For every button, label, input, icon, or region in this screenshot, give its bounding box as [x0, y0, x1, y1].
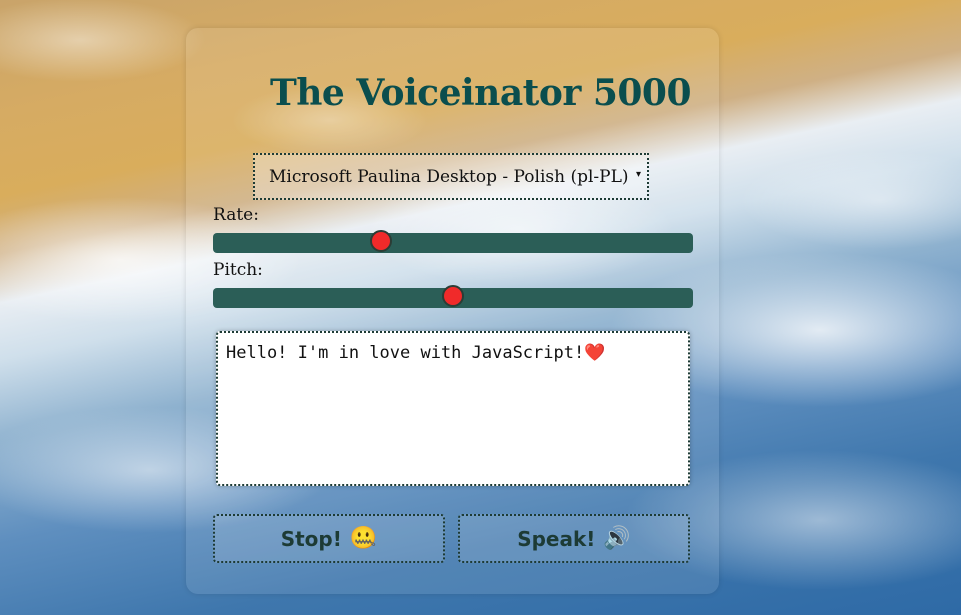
heart-emoji-icon: ❤️ [584, 343, 606, 363]
speaker-icon: 🔊 [603, 526, 631, 551]
speak-button[interactable]: Speak! 🔊 [458, 514, 690, 563]
zipper-mouth-icon: 🤐 [349, 526, 378, 551]
dropdown-arrow-icon: ▾ [635, 169, 641, 180]
page-title: The Voiceinator 5000 [269, 72, 692, 114]
voice-select-value: Microsoft Paulina Desktop - Polish (pl-P… [269, 166, 629, 187]
rate-label: Rate: [213, 205, 259, 225]
message-text: Hello! I'm in love with JavaScript! [226, 343, 585, 363]
voice-select[interactable]: Microsoft Paulina Desktop - Polish (pl-P… [253, 153, 649, 200]
stop-button[interactable]: Stop! 🤐 [213, 514, 445, 563]
pitch-label: Pitch: [213, 260, 263, 280]
stop-button-label: Stop! [280, 526, 342, 551]
rate-slider[interactable] [213, 230, 693, 253]
speak-button-label: Speak! [517, 526, 596, 551]
pitch-slider-thumb[interactable] [442, 285, 464, 307]
rate-slider-thumb[interactable] [370, 230, 392, 252]
message-textarea[interactable]: Hello! I'm in love with JavaScript!❤️ [216, 331, 690, 486]
pitch-slider[interactable] [213, 285, 693, 308]
